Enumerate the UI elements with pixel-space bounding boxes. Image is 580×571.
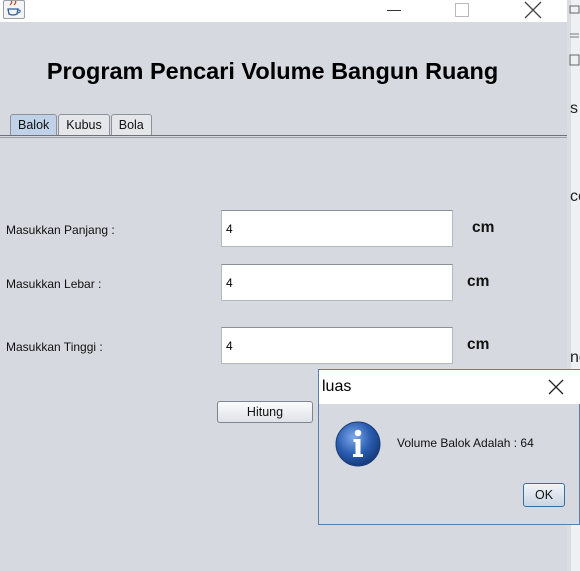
tab-bar: Balok Kubus Bola xyxy=(10,114,153,136)
tab-balok[interactable]: Balok xyxy=(10,114,58,136)
dialog-close-button[interactable] xyxy=(547,378,565,396)
close-button[interactable] xyxy=(522,0,544,20)
background-text-fragment: ce xyxy=(570,188,580,205)
maximize-button[interactable] xyxy=(455,0,469,20)
lebar-input[interactable] xyxy=(221,264,453,301)
background-text-fragment: ne xyxy=(570,349,580,366)
close-icon xyxy=(548,379,564,395)
tinggi-unit: cm xyxy=(467,336,490,353)
panjang-unit: cm xyxy=(472,219,495,236)
background-text-fragment: s xyxy=(570,100,578,117)
lebar-label: Masukkan Lebar : xyxy=(6,277,102,291)
page-title: Program Pencari Volume Bangun Ruang xyxy=(46,58,499,84)
dialog-titlebar: luas xyxy=(319,370,580,404)
panjang-input[interactable] xyxy=(221,210,453,247)
window-titlebar xyxy=(0,0,567,22)
panjang-label: Masukkan Panjang : xyxy=(6,223,115,237)
lebar-unit: cm xyxy=(467,273,490,290)
tinggi-label: Masukkan Tinggi : xyxy=(6,340,103,354)
tab-bola[interactable]: Bola xyxy=(110,114,152,135)
tab-kubus[interactable]: Kubus xyxy=(58,114,110,135)
toolbar-icons xyxy=(569,5,580,66)
java-cup-icon[interactable] xyxy=(3,0,25,19)
tab-divider xyxy=(0,135,567,136)
info-icon xyxy=(334,420,382,468)
dialog-title: luas xyxy=(322,378,352,395)
tab-divider-shadow xyxy=(0,137,567,138)
ok-button[interactable]: OK xyxy=(523,483,565,507)
message-dialog: luas Volume Balok Adalah : 64 OK xyxy=(318,369,580,525)
tinggi-input[interactable] xyxy=(221,327,453,364)
close-icon xyxy=(524,1,542,19)
hitung-button[interactable]: Hitung xyxy=(217,401,313,423)
minimize-button[interactable] xyxy=(385,0,403,20)
dialog-message: Volume Balok Adalah : 64 xyxy=(397,436,534,450)
